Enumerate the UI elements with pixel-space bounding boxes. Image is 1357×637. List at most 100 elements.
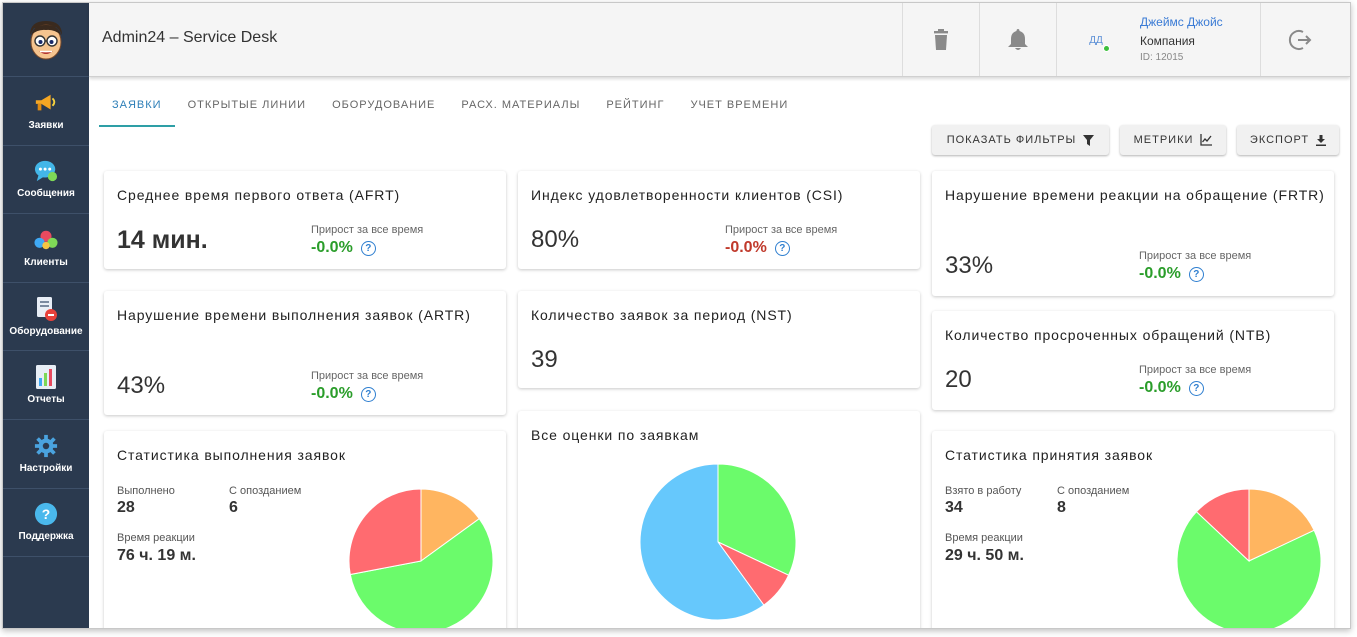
growth-value: -0.0%? (311, 385, 376, 403)
main-tabs: ЗАЯВКИ ОТКРЫТЫЕ ЛИНИИ ОБОРУДОВАНИЕ РАСХ.… (99, 93, 801, 127)
online-status-dot (1103, 45, 1110, 52)
app-window: Заявки Сообщения Клиенты Оборудование Отчеты… (2, 2, 1351, 629)
sidebar-item-1[interactable]: Сообщения (3, 146, 89, 215)
tab-equipment[interactable]: ОБОРУДОВАНИЕ (319, 93, 448, 127)
reaction-label: Время реакции (945, 532, 1023, 544)
reaction-value: 29 ч. 50 м. (945, 547, 1024, 564)
svg-text:?: ? (42, 506, 50, 522)
growth-value-text: -0.0% (1139, 265, 1181, 282)
card-completion-stats: Статистика выполнения заявок Выполнено 2… (104, 431, 506, 628)
sidebar-item-label: Настройки (19, 462, 73, 474)
metric-value: 80% (531, 226, 580, 253)
card-title: Статистика принятия заявок (945, 447, 1153, 463)
card-ratings: Все оценки по заявкам (518, 411, 920, 628)
sidebar-item-2[interactable]: Клиенты (3, 214, 89, 283)
export-button[interactable]: ЭКСПОРТ (1237, 125, 1339, 155)
ratings-pie-chart (639, 463, 797, 621)
metric-value: 33% (945, 252, 994, 279)
bell-icon (1008, 28, 1028, 50)
metrics-label: МЕТРИКИ (1133, 134, 1194, 146)
report-icon (34, 365, 58, 390)
card-title: Нарушение времени выполнения заявок (ART… (117, 307, 471, 323)
done-value: 28 (117, 499, 135, 516)
help-icon[interactable]: ? (360, 241, 376, 256)
help-icon: ? (34, 502, 58, 526)
megaphone-icon (34, 91, 58, 115)
gear-icon (34, 434, 58, 458)
completion-pie-chart (349, 489, 494, 628)
sidebar-item-3[interactable]: Оборудование (3, 283, 89, 352)
sidebar-item-6[interactable]: ? Поддержка (3, 489, 89, 558)
card-nst: Количество заявок за период (NST) 39 (518, 291, 920, 388)
sidebar-item-label: Оборудование (9, 325, 83, 337)
card-title: Количество просроченных обращений (NTB) (945, 327, 1272, 343)
top-bar: Admin24 – Service Desk ДД Джеймс Джойс К… (89, 3, 1350, 77)
card-title: Все оценки по заявкам (531, 427, 700, 443)
sidebar-item-0[interactable]: Заявки (3, 77, 89, 146)
card-title: Статистика выполнения заявок (117, 447, 346, 463)
trash-icon (934, 28, 948, 50)
export-label: ЭКСПОРТ (1249, 134, 1310, 146)
card-title: Индекс удовлетворенности клиентов (CSI) (531, 187, 844, 203)
reaction-value: 76 ч. 19 м. (117, 547, 196, 564)
sidebar-item-label: Заявки (28, 119, 64, 131)
pie-slice-2[interactable] (349, 489, 422, 576)
notifications-button[interactable] (979, 3, 1056, 76)
tab-requests[interactable]: ЗАЯВКИ (99, 93, 175, 127)
sidebar: Заявки Сообщения Клиенты Оборудование Отчеты… (3, 3, 89, 628)
metrics-button[interactable]: МЕТРИКИ (1120, 125, 1226, 155)
late-label: С опозданием (229, 485, 302, 497)
mascot-logo-icon (30, 20, 62, 59)
tab-open-lines[interactable]: ОТКРЫТЫЕ ЛИНИИ (175, 93, 320, 127)
growth-value: -0.0%? (725, 239, 790, 257)
late-value: 6 (229, 499, 238, 516)
growth-value: -0.0%? (1139, 265, 1204, 283)
card-csi: Индекс удовлетворенности клиентов (CSI) … (518, 171, 920, 269)
line-chart-icon (1200, 134, 1213, 146)
help-icon[interactable]: ? (1188, 381, 1204, 396)
sidebar-item-4[interactable]: Отчеты (3, 351, 89, 420)
card-title: Количество заявок за период (NST) (531, 307, 793, 323)
metric-value: 14 мин. (117, 226, 208, 254)
equipment-icon (34, 296, 58, 321)
logo[interactable] (3, 3, 89, 77)
late-value: 8 (1057, 499, 1066, 516)
help-icon[interactable]: ? (774, 241, 790, 256)
tab-rating[interactable]: РЕЙТИНГ (593, 93, 677, 127)
taken-value: 34 (945, 499, 963, 516)
growth-value-text: -0.0% (1139, 379, 1181, 396)
taken-label: Взято в работу (945, 485, 1022, 497)
show-filters-label: ПОКАЗАТЬ ФИЛЬТРЫ (946, 134, 1077, 146)
logout-button[interactable] (1260, 3, 1340, 76)
card-title: Среднее время первого ответа (AFRT) (117, 187, 401, 203)
card-ntb: Количество просроченных обращений (NTB) … (932, 311, 1334, 410)
acceptance-pie-chart (1177, 489, 1322, 628)
user-company: Компания (1140, 34, 1195, 48)
chat-bubble-icon (34, 159, 58, 183)
sidebar-item-5[interactable]: Настройки (3, 420, 89, 489)
growth-value-text: -0.0% (725, 239, 767, 256)
trash-button[interactable] (902, 3, 979, 76)
help-icon[interactable]: ? (1188, 267, 1204, 282)
logout-icon (1288, 29, 1311, 50)
growth-label: Прирост за все время (311, 224, 424, 236)
growth-value: -0.0%? (311, 239, 376, 257)
sidebar-item-label: Поддержка (18, 531, 74, 543)
sidebar-item-label: Клиенты (24, 256, 68, 268)
sidebar-item-label: Отчеты (27, 394, 65, 406)
tab-consumables[interactable]: РАСХ. МАТЕРИАЛЫ (448, 93, 593, 127)
metric-value: 43% (117, 372, 166, 399)
help-icon[interactable]: ? (360, 387, 376, 402)
card-acceptance-stats: Статистика принятия заявок Взято в работ… (932, 431, 1334, 628)
late-label: С опозданием (1057, 485, 1130, 497)
user-name[interactable]: Джеймс Джойс (1140, 15, 1223, 29)
metric-value: 39 (531, 346, 558, 373)
growth-label: Прирост за все время (1139, 250, 1252, 262)
user-profile[interactable]: ДД Джеймс Джойс Компания ID: 12015 (1056, 3, 1260, 76)
tab-time-tracking[interactable]: УЧЕТ ВРЕМЕНИ (677, 93, 801, 127)
sidebar-item-label: Сообщения (17, 188, 75, 200)
filter-icon (1083, 134, 1095, 146)
app-title: Admin24 – Service Desk (102, 29, 278, 46)
card-artr: Нарушение времени выполнения заявок (ART… (104, 291, 506, 415)
show-filters-button[interactable]: ПОКАЗАТЬ ФИЛЬТРЫ (932, 125, 1109, 155)
